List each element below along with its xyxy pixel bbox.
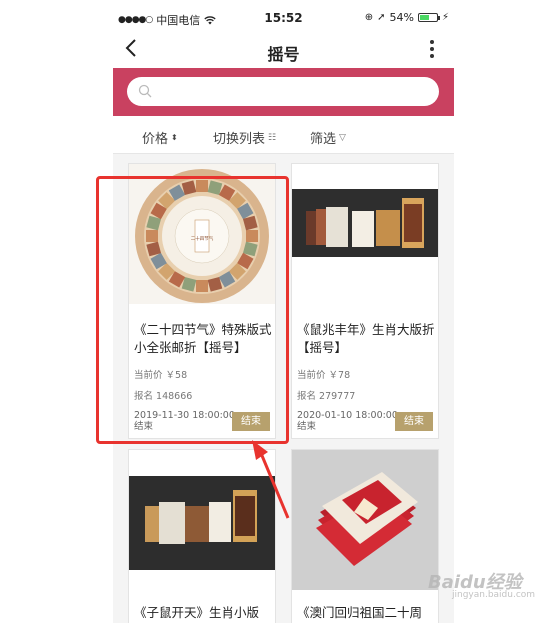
filter-screen[interactable]: 筛选 ▽ [310,128,346,147]
stamp-folder-open-icon [129,450,275,590]
baidu-watermark: Baidu经验 jingyan.baidu.com [428,568,535,600]
ended-button[interactable]: 结束 [395,412,433,431]
product-card[interactable]: 《子鼠开天》生肖小版 [128,449,276,623]
lock-rotation-icon: ⊕ [364,12,374,23]
filter-switch-list-label: 切换列表 [213,132,266,147]
more-dot [430,40,434,44]
filter-bar: 价格 ⬍ 切换列表 ☷ 筛选 ▽ [113,116,454,154]
battery-icon [417,13,440,22]
status-bar: ●●●●○ 中国电信 15:52 ⊕ ➚ 54% ⚡ [113,0,454,36]
product-name: 《澳门回归祖国二十周 [297,605,423,620]
more-dot [430,47,434,51]
search-icon [138,84,152,98]
product-price: 当前价 ￥78 [297,370,351,381]
product-signup-count: 报名 279777 [297,391,356,402]
more-menu-button[interactable] [430,40,434,58]
product-end-date: 2020-01-10 18:00:00 结束 [297,410,398,432]
product-image-zishu [129,450,275,590]
product-card[interactable]: 《澳门回归祖国二十周 [291,449,439,623]
navigation-bar: 摇号 [113,36,454,68]
list-icon: ☷ [268,132,277,143]
filter-screen-label: 筛选 [310,132,337,147]
charging-icon: ⚡ [441,12,449,23]
sort-updown-icon: ⬍ [171,133,178,142]
product-image-rat-sheet [292,164,438,304]
location-icon: ➚ [377,12,386,23]
product-card[interactable]: 《鼠兆丰年》生肖大版折【摇号】 当前价 ￥78 报名 279777 2020-0… [291,163,439,439]
watermark-subtext: jingyan.baidu.com [452,590,536,600]
stamp-folder-icon [292,164,438,304]
product-name: 《鼠兆丰年》生肖大版折【摇号】 [297,322,435,355]
search-band [113,68,454,116]
filter-price[interactable]: 价格 ⬍ [142,128,178,147]
funnel-icon: ▽ [339,132,346,143]
page-title: 摇号 [267,45,300,64]
more-dot [430,54,434,58]
highlight-box [96,176,289,444]
product-name: 《子鼠开天》生肖小版 [134,605,260,620]
filter-price-label: 价格 [142,132,169,147]
red-folder-stack-icon [292,450,438,590]
product-image-macau [292,450,438,590]
battery-percent: 54% [389,11,414,24]
search-input[interactable] [127,77,439,106]
filter-switch-list[interactable]: 切换列表 ☷ [213,128,276,147]
